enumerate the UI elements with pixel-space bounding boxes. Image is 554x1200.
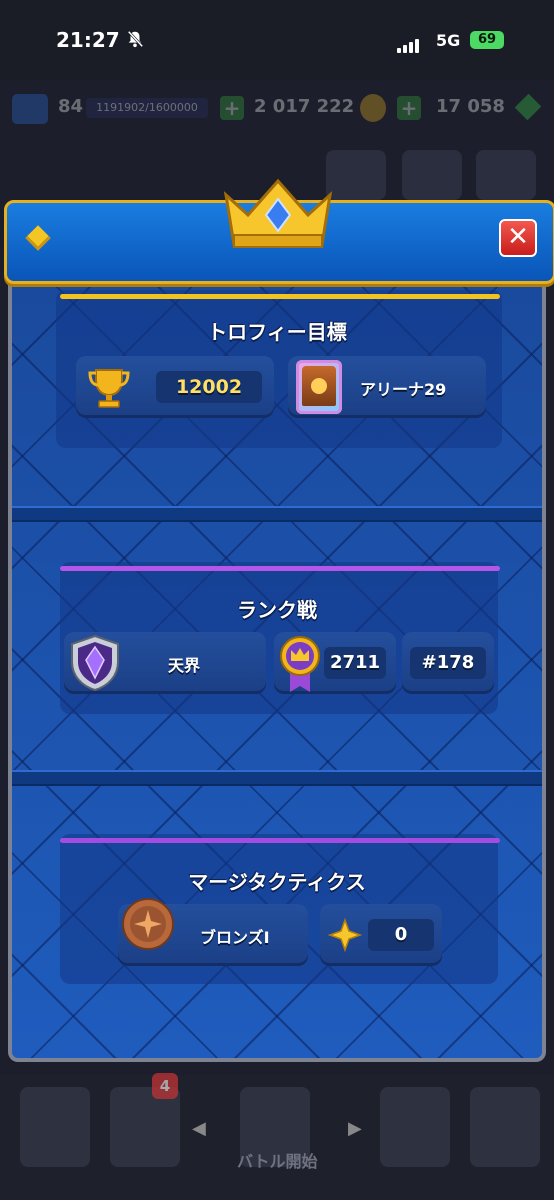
purple-divider <box>60 566 500 571</box>
diamond-icon <box>25 225 51 251</box>
league-shield-icon <box>71 634 119 692</box>
signal-icon <box>397 34 421 53</box>
level-shield-icon <box>12 94 48 124</box>
ranked-position-card: #178 <box>402 632 494 694</box>
ranked-section-title: ランク戦 <box>237 598 317 622</box>
modal-body: トロフィー目標 12002 アリーナ29 ランク戦 天界 2711 #178 マ… <box>8 280 546 1062</box>
player-level: 84 <box>58 96 84 117</box>
medal-crown-icon <box>280 636 320 692</box>
battle-label: バトル開始 <box>237 1152 318 1171</box>
close-button[interactable]: ✕ <box>499 219 537 257</box>
background-hud: 84 1191902/1600000 + 2 017 222 + 17 058 <box>0 82 554 142</box>
gem-amount: 17 058 <box>436 96 505 117</box>
events-tab <box>470 1087 540 1167</box>
trophy-section: トロフィー目標 12002 アリーナ29 <box>12 280 542 510</box>
add-gems-icon: + <box>397 96 421 120</box>
merge-league-label: ブロンズI <box>200 928 270 947</box>
bell-muted-icon <box>127 30 144 48</box>
ranked-league-label: 天界 <box>168 656 201 675</box>
cards-badge: 4 <box>152 1073 178 1099</box>
gold-coin-icon <box>360 94 386 122</box>
trophy-section-title: トロフィー目標 <box>207 320 347 344</box>
add-gold-icon: + <box>220 96 244 120</box>
arena-card: アリーナ29 <box>288 356 486 418</box>
trophy-goal-value: 12002 <box>156 371 262 403</box>
merge-league-card: ブロンズI <box>118 898 308 966</box>
merge-stars-value: 0 <box>368 919 434 951</box>
bottom-navigation <box>0 1075 554 1200</box>
ranked-section: ランク戦 天界 2711 #178 <box>12 520 542 770</box>
right-arrow-icon: ▶ <box>348 1118 362 1139</box>
gold-divider <box>60 294 500 299</box>
purple-divider <box>60 838 500 843</box>
ranked-medals-card: 2711 <box>274 632 396 694</box>
ranked-league-card: 天界 <box>64 632 266 694</box>
status-bar: 21:27 5G 69 <box>0 0 554 80</box>
trophy-info-modal: トロフィー目標 12002 アリーナ29 ランク戦 天界 2711 #178 マ… <box>4 178 554 1062</box>
left-arrow-icon: ◀ <box>192 1118 206 1139</box>
gold-amount: 2 017 222 <box>254 96 355 117</box>
xp-bar: 1191902/1600000 <box>86 98 208 118</box>
merge-section-title: マージタクティクス <box>188 870 366 894</box>
crown-icon <box>223 178 333 248</box>
gem-icon <box>514 93 542 121</box>
ranked-position-value: #178 <box>410 647 486 679</box>
battery-indicator: 69 <box>470 31 504 49</box>
trophy-goal-card: 12002 <box>76 356 274 418</box>
clan-tab <box>380 1087 450 1167</box>
cards-tab <box>110 1087 180 1167</box>
star-icon <box>328 918 362 952</box>
shop-tab <box>20 1087 90 1167</box>
ranked-medals-value: 2711 <box>324 647 386 679</box>
network-type: 5G <box>436 31 461 50</box>
trophy-icon <box>88 369 130 408</box>
arena-icon <box>296 360 342 414</box>
merge-stars-card: 0 <box>320 904 442 966</box>
arena-label: アリーナ29 <box>360 380 447 399</box>
merge-tactics-section: マージタクティクス ブロンズI 0 <box>12 784 542 1054</box>
status-time: 21:27 <box>56 28 120 52</box>
bronze-badge-icon <box>122 898 174 950</box>
